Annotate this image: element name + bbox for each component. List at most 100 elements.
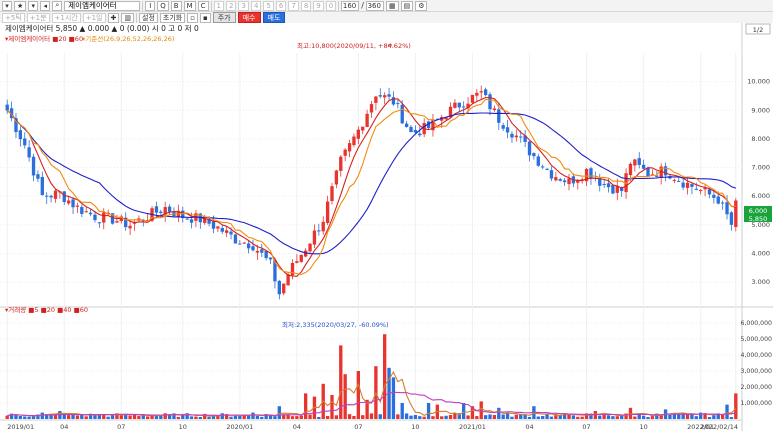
scale-button-label: 1/2 <box>753 26 763 34</box>
candle-body <box>369 104 374 113</box>
volume-bar <box>536 416 540 419</box>
stock-name-input[interactable]: 제이엠케이어터 <box>64 0 141 11</box>
candle-body <box>413 129 418 133</box>
candle-body <box>211 221 216 229</box>
period-tick[interactable]: +5틱 <box>2 12 25 23</box>
num-1[interactable]: 1 <box>213 0 225 11</box>
tab-price[interactable]: 주가 <box>212 12 236 23</box>
volume-bar <box>413 414 418 419</box>
num-2[interactable]: 2 <box>226 0 237 11</box>
total-input[interactable]: 360 <box>365 0 384 11</box>
volume-bar <box>505 413 510 419</box>
candle-body <box>334 170 339 185</box>
candle-body <box>404 123 409 127</box>
volume-bar <box>431 416 435 419</box>
candle-body <box>479 91 483 93</box>
high-annotation: 최고:10,800(2020/09/11, +84.62%) <box>297 41 411 50</box>
dropdown-icon[interactable]: ▾ <box>28 0 39 11</box>
candle-body <box>242 242 246 244</box>
candle-body <box>365 113 369 127</box>
candle-body <box>308 243 312 252</box>
volume-bar <box>233 415 238 419</box>
separator <box>142 0 144 11</box>
zoom-in-icon[interactable]: ▫ <box>187 12 198 23</box>
candle-body <box>154 206 159 213</box>
volume-bar <box>102 414 106 419</box>
period-hour[interactable]: +1시간 <box>51 12 81 23</box>
btn-m[interactable]: M <box>183 0 196 11</box>
candle-body <box>505 127 510 133</box>
volume-bar <box>277 406 281 419</box>
star-icon[interactable]: ★ <box>14 0 27 11</box>
volume-bar <box>369 413 374 419</box>
volume-bar <box>646 417 650 419</box>
layout-icon[interactable]: ▥ <box>121 12 134 23</box>
ma-legend: ▾제이엠케이어터 ■20 ■60 <box>5 34 83 43</box>
candle-body <box>611 184 615 194</box>
candle-body <box>295 261 299 263</box>
setting-button[interactable]: 설정 <box>139 12 158 23</box>
price-info: 제이엠케이어터 5,850 ▲ 0.000 ▲ 0 (0.00) 시 0 고 0… <box>5 23 199 33</box>
period-minute[interactable]: +1분 <box>26 12 50 23</box>
zoom-out-icon[interactable]: ▪ <box>199 12 211 23</box>
volume-bar <box>238 415 242 419</box>
btn-c[interactable]: C <box>197 0 209 11</box>
volume-bar <box>453 413 457 419</box>
volume-bar <box>650 416 655 419</box>
volume-bar <box>325 415 330 419</box>
btn-i[interactable]: I <box>145 0 156 11</box>
period-day[interactable]: +1일 <box>82 12 106 23</box>
num-4[interactable]: 4 <box>250 0 262 11</box>
volume-bar <box>220 413 224 419</box>
volume-bar <box>23 416 27 419</box>
x-tick-label: 2019/01 <box>7 423 34 431</box>
volume-bar <box>260 416 264 419</box>
btn-b[interactable]: B <box>170 0 182 11</box>
volume-bar <box>286 414 290 419</box>
volume-bar <box>641 415 646 419</box>
candle-body <box>527 141 532 156</box>
candle-body <box>246 243 251 249</box>
count-input[interactable]: 160 <box>341 0 360 11</box>
volume-tick-label: 3,000,000 <box>741 368 773 375</box>
price-tick-label: 9.000 <box>751 106 770 114</box>
search-icon[interactable]: ⌕ <box>52 0 63 11</box>
candle-body <box>282 283 286 294</box>
num-7[interactable]: 7 <box>288 0 299 11</box>
grid-icon[interactable]: ▦ <box>385 0 399 11</box>
num-5[interactable]: 5 <box>263 0 274 11</box>
stock-chart[interactable]: 10.0009.0008.0007.0006.0005.0004.0003.00… <box>0 23 773 431</box>
crosshair-icon[interactable]: ✚ <box>107 12 120 23</box>
num-9[interactable]: 9 <box>313 0 324 11</box>
candle-body <box>299 254 303 262</box>
num-6[interactable]: 6 <box>275 0 287 11</box>
candle-body <box>93 214 97 221</box>
candle-body <box>510 133 514 138</box>
candle-body <box>699 189 703 191</box>
init-button[interactable]: 초기화 <box>159 12 186 23</box>
candle-body <box>343 149 347 156</box>
volume-bar <box>84 416 88 419</box>
volume-bar <box>580 416 584 419</box>
print-icon[interactable]: ▤ <box>400 0 414 11</box>
num-3[interactable]: 3 <box>238 0 249 11</box>
history-icon[interactable]: ◂ <box>40 0 51 11</box>
volume-bar <box>497 407 501 419</box>
candle-body <box>382 95 387 98</box>
btn-q[interactable]: Q <box>157 0 169 11</box>
tab-sell[interactable]: 매도 <box>262 12 286 23</box>
volume-bar <box>378 414 382 419</box>
candle-body <box>633 159 637 166</box>
separator <box>338 0 340 11</box>
stock-code-icon[interactable]: ▾ <box>2 0 12 11</box>
candle-body <box>712 194 716 198</box>
volume-bar <box>119 415 123 419</box>
num-8[interactable]: 8 <box>300 0 312 11</box>
num-0[interactable]: 0 <box>325 0 337 11</box>
tab-buy[interactable]: 매수 <box>237 12 261 23</box>
candle-body <box>589 168 593 179</box>
candle-body <box>238 243 242 245</box>
gear-icon[interactable]: ⚙ <box>415 0 428 11</box>
volume-bar <box>5 415 9 419</box>
volume-legend: ▾거래량 ■5 ■20 ■40 ■60 <box>5 305 88 314</box>
